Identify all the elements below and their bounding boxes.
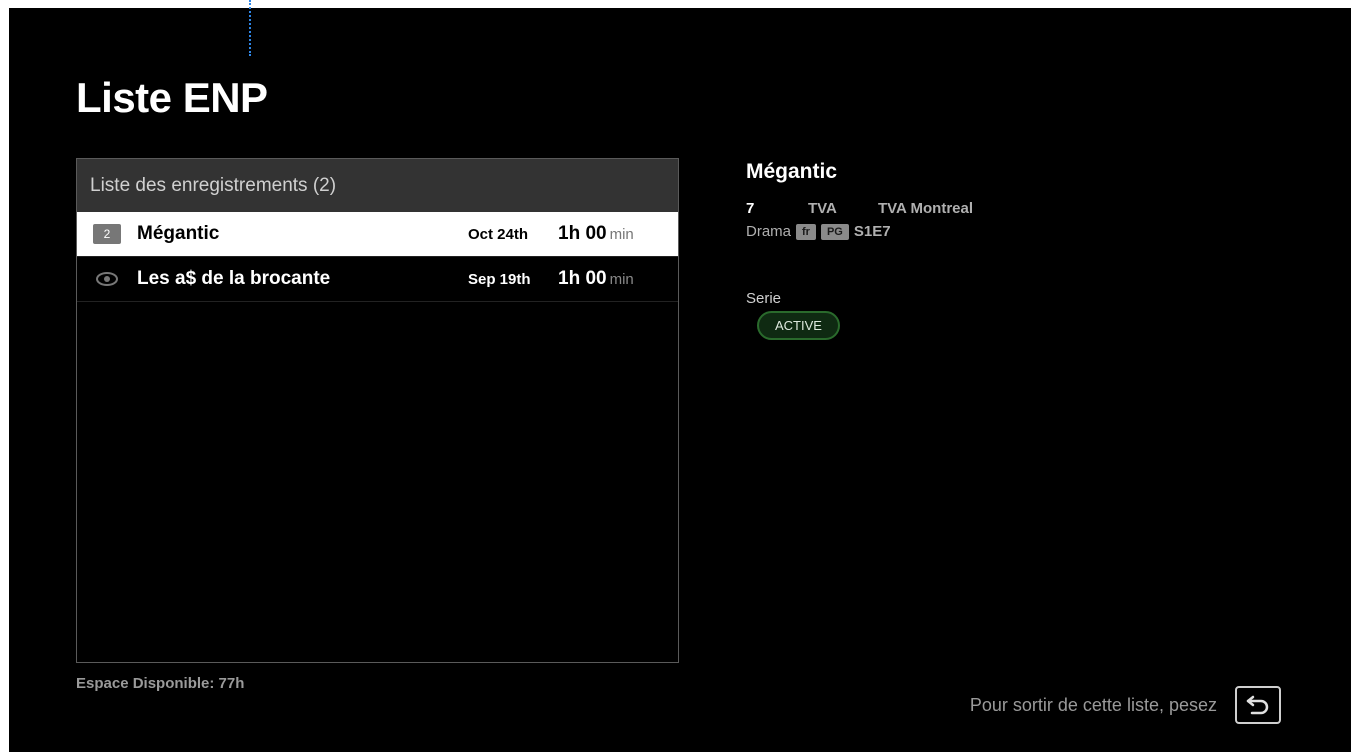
recording-row-1[interactable]: Les a$ de la brocante Sep 19th 1h 00 min <box>77 257 678 302</box>
duration-unit: min <box>609 226 634 243</box>
recordings-header: Liste des enregistrements (2) <box>77 159 678 212</box>
recording-row-0[interactable]: 2 Mégantic Oct 24th 1h 00 min <box>77 212 678 257</box>
eye-icon <box>96 272 118 286</box>
back-button[interactable] <box>1235 686 1281 724</box>
recording-title: Les a$ de la brocante <box>137 268 331 289</box>
series-status-badge: ACTIVE <box>757 311 840 340</box>
channel-name: TVA Montreal <box>878 200 974 217</box>
channel-info: 7 TVA TVA Montreal <box>746 200 1306 217</box>
program-info: Drama fr PG S1E7 <box>746 223 1306 240</box>
episode-code: S1E7 <box>853 223 891 240</box>
exit-hint: Pour sortir de cette liste, pesez <box>970 686 1281 724</box>
channel-call-sign: TVA <box>808 200 837 217</box>
series-label: Serie <box>746 290 782 307</box>
recording-title: Mégantic <box>137 223 220 244</box>
recording-date: Sep 19th <box>468 270 531 288</box>
row-lead: 2 <box>77 224 137 244</box>
recordings-panel: Liste des enregistrements (2) 2 Mégantic… <box>76 158 679 663</box>
recording-duration: 1h 00 min <box>558 223 678 245</box>
detail-panel: Mégantic 7 TVA TVA Montreal Drama fr PG … <box>746 160 1306 340</box>
duration-value: 1h 00 <box>558 268 607 289</box>
row-lead <box>77 272 137 286</box>
language-tag: fr <box>796 223 816 240</box>
channel-number: 7 <box>746 200 755 217</box>
rating-tag: PG <box>820 223 849 240</box>
available-space: Espace Disponible: 77h <box>76 675 245 692</box>
back-arrow-icon <box>1246 695 1269 715</box>
page-title: Liste ENP <box>76 74 268 121</box>
episode-count-badge: 2 <box>93 224 121 244</box>
genre: Drama <box>746 223 792 240</box>
guide-line <box>249 0 251 56</box>
recording-date: Oct 24th <box>468 225 529 243</box>
detail-title: Mégantic <box>746 160 838 183</box>
duration-value: 1h 00 <box>558 223 607 244</box>
exit-hint-text: Pour sortir de cette liste, pesez <box>969 694 1217 715</box>
screen: Liste ENP Liste des enregistrements (2) … <box>9 0 1351 752</box>
recording-duration: 1h 00 min <box>558 268 678 290</box>
duration-unit: min <box>609 271 634 288</box>
